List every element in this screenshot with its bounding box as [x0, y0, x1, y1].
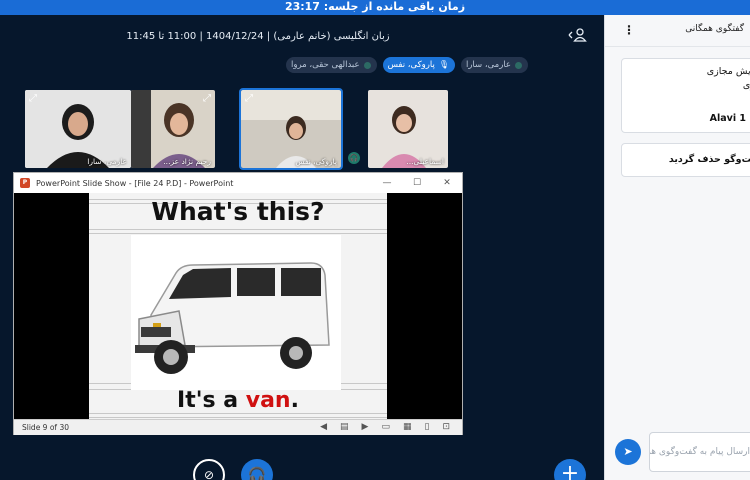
- ppt-titlebar: P PowerPoint Slide Show - [File 24 P.D] …: [14, 173, 462, 193]
- expand-icon[interactable]: ⤢: [203, 93, 211, 104]
- video-tile[interactable]: ⤢ رحیم نژاد عز...: [131, 90, 215, 168]
- slide-counter: Slide 9 of 30: [22, 423, 69, 432]
- video-tile-active-speaker[interactable]: ⤢ پاروکی، نفس: [239, 88, 343, 170]
- slide-answer: It's a van.: [89, 388, 387, 413]
- mic-icon: 🎙: [438, 60, 449, 69]
- video-tile-name: پاروکی، نفس: [295, 157, 337, 166]
- send-icon: ➤: [623, 445, 633, 458]
- video-off-button[interactable]: ⊘: [193, 459, 225, 480]
- video-tile[interactable]: ⤢ اسماعیلی...: [368, 90, 448, 168]
- slide-answer-word: van: [245, 388, 291, 413]
- slide-stage: What's this? It's a van.: [14, 193, 462, 419]
- participant-chip-name: پاروکی، نفس: [387, 60, 435, 70]
- minimize-button[interactable]: —: [372, 178, 402, 188]
- maximize-button[interactable]: ☐: [402, 178, 432, 188]
- slide-answer-suffix: .: [290, 388, 299, 413]
- chat-message-text: گفت‌وگو حذف گردید: [668, 154, 750, 165]
- next-slide-icon[interactable]: ▶: [362, 420, 369, 435]
- video-off-icon: ⊘: [203, 468, 215, 480]
- participant-chip-active[interactable]: 🎙 پاروکی، نفس: [382, 57, 455, 73]
- chat-input-placeholder: ارسال پیام به گفت‌وگوی همگانی: [650, 447, 750, 457]
- video-tile-name: رحیم نژاد عز...: [163, 157, 211, 166]
- powerpoint-icon: P: [20, 178, 30, 188]
- add-button[interactable]: +: [554, 459, 586, 480]
- mic-icon: 🎧: [348, 152, 360, 164]
- participant-chip[interactable]: عبدالهی حقی، مروا: [286, 57, 377, 73]
- main-area: زبان انگلیسی (خانم عارمی) | 1404/12/24 |…: [0, 15, 604, 480]
- ppt-status-bar: Slide 9 of 30 ◀ ▤ ▶ ▭ ▦ ▯ ⊡: [14, 419, 462, 435]
- chat-menu-button[interactable]: ⋮: [623, 23, 635, 37]
- expand-icon[interactable]: ⤢: [29, 93, 37, 104]
- shared-screen-window[interactable]: P PowerPoint Slide Show - [File 24 P.D] …: [13, 172, 463, 435]
- user-menu-button[interactable]: [567, 27, 589, 45]
- audio-button[interactable]: 🎧: [241, 459, 273, 480]
- participant-chip-name: عارمی، سارا: [465, 60, 511, 70]
- plus-icon: +: [560, 461, 580, 480]
- reading-view-icon[interactable]: ▯: [425, 420, 430, 435]
- previous-slide-icon[interactable]: ◀: [320, 420, 327, 435]
- close-button[interactable]: ✕: [432, 178, 462, 188]
- ppt-status-icons: ◀ ▤ ▶ ▭ ▦ ▯ ⊡: [320, 420, 450, 435]
- participant-chips: عبدالهی حقی، مروا 🎙 پاروکی، نفس عارمی، س…: [286, 57, 528, 73]
- status-dot-icon: [363, 61, 371, 69]
- video-tile-name: عارمی، سارا: [87, 157, 127, 166]
- van-image: [131, 235, 341, 390]
- expand-icon[interactable]: ⤢: [245, 93, 253, 104]
- ppt-window-title: PowerPoint Slide Show - [File 24 P.D] - …: [36, 178, 234, 188]
- slideshow-view-icon[interactable]: ⊡: [442, 420, 450, 435]
- session-timer-text: زمان باقی مانده از جلسه: 23:17: [284, 0, 466, 13]
- user-icon: [568, 28, 587, 42]
- chat-input[interactable]: ارسال پیام به گفت‌وگوی همگانی: [649, 432, 750, 472]
- chat-message-line: همایش مجازی: [706, 66, 750, 77]
- chat-message-line: علوی: [742, 80, 750, 91]
- session-timer-bar: زمان باقی مانده از جلسه: 23:17: [0, 0, 750, 15]
- slide-heading: What's this?: [151, 197, 325, 226]
- send-button[interactable]: ➤: [615, 439, 641, 465]
- headphones-icon: 🎧: [247, 466, 267, 480]
- status-dot-icon: [515, 61, 522, 69]
- slide-sorter-icon[interactable]: ▦: [403, 420, 412, 435]
- normal-view-icon[interactable]: ▭: [381, 420, 390, 435]
- video-tile[interactable]: ⤢ عارمی، سارا: [25, 90, 131, 168]
- van-illustration: [135, 262, 330, 374]
- chat-title: گفتگوی همگانی: [685, 24, 744, 34]
- chat-message-signature: Alavi 1: [709, 113, 746, 124]
- participant-chip-name: عبدالهی حقی، مروا: [291, 60, 360, 70]
- slide-list-icon[interactable]: ▤: [340, 420, 349, 435]
- chat-panel: ⋮ گفتگوی همگانی همایش مجازی علوی Alavi 1…: [604, 15, 750, 480]
- chat-message: همایش مجازی علوی Alavi 1: [621, 58, 750, 133]
- chat-header: ⋮ گفتگوی همگانی: [605, 15, 750, 47]
- participant-chip[interactable]: عارمی، سارا: [460, 57, 528, 73]
- slide: What's this? It's a van.: [89, 193, 387, 419]
- video-tile-name: اسماعیلی...: [406, 157, 444, 166]
- slide-answer-prefix: It's a: [177, 388, 246, 413]
- chat-message: گفت‌وگو حذف گردید: [621, 143, 750, 177]
- session-title: زبان انگلیسی (خانم عارمی) | 1404/12/24 |…: [126, 31, 390, 42]
